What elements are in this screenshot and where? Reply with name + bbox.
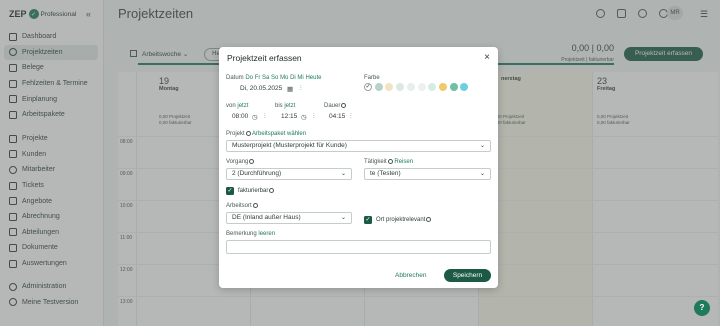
clock-icon[interactable]: ◷ xyxy=(301,113,307,121)
bemerkung-input[interactable] xyxy=(226,240,491,254)
weekday-so[interactable]: So xyxy=(271,75,278,81)
projekt-select[interactable]: Musterprojekt (Musterprojekt für Kunde) ⌄ xyxy=(226,140,491,152)
vorgang-select[interactable]: 2 (Durchführung) ⌄ xyxy=(226,168,352,180)
projekt-value: Musterprojekt (Musterprojekt für Kunde) xyxy=(232,142,347,149)
pin-icon[interactable]: ⫶ xyxy=(264,113,266,121)
arbeitsort-value: DE (Inland außer Haus) xyxy=(232,214,301,221)
close-icon[interactable]: × xyxy=(484,52,490,63)
arbeitsort-label-row: Arbeitsort xyxy=(226,203,258,209)
bemerkung-clear-link[interactable]: leeren xyxy=(258,231,275,237)
fakturierbar-row: fakturierbar xyxy=(238,188,275,195)
calendar-picker-icon[interactable]: ▦ xyxy=(287,85,293,93)
projektzeit-dialog: Projektzeit erfassen × Datum Do Fr Sa So… xyxy=(219,47,498,288)
ort-relevant-row: Ort projektrelevant xyxy=(376,217,432,224)
color-swatch[interactable] xyxy=(428,83,437,91)
color-swatch[interactable] xyxy=(460,83,469,91)
dauer-field[interactable]: 04:15 xyxy=(324,112,350,124)
info-icon[interactable] xyxy=(341,103,347,108)
info-icon[interactable] xyxy=(249,159,255,164)
dialog-title: Projektzeit erfassen xyxy=(227,53,302,63)
von-label: von xyxy=(226,103,236,109)
color-swatch[interactable]: ✓ xyxy=(364,83,372,91)
info-icon[interactable] xyxy=(269,188,275,193)
chevron-down-icon: ⌄ xyxy=(479,171,485,177)
bemerkung-label: Bemerkung xyxy=(226,231,257,237)
color-swatch[interactable] xyxy=(385,83,394,91)
weekday-do[interactable]: Do xyxy=(245,75,253,81)
bis-label-row: bis jetzt xyxy=(275,103,295,109)
color-swatch[interactable] xyxy=(396,83,405,91)
chevron-down-icon: ⌄ xyxy=(340,171,346,177)
vorgang-label: Vorgang xyxy=(226,159,249,166)
color-swatch[interactable] xyxy=(417,83,426,91)
von-value: 08:00 xyxy=(232,113,249,120)
help-button[interactable]: ? xyxy=(694,300,710,316)
projekt-label: Projekt xyxy=(226,131,245,138)
cancel-button[interactable]: Abbrechen xyxy=(395,272,426,279)
datum-row: Datum Do Fr Sa So Mo Di Mi Heute xyxy=(226,75,321,81)
save-button[interactable]: Speichern xyxy=(444,269,491,282)
info-icon[interactable] xyxy=(426,217,432,222)
pin-icon[interactable]: ⫶ xyxy=(350,113,352,121)
von-label-row: von jetzt xyxy=(226,103,248,109)
farbe-label: Farbe xyxy=(364,75,380,81)
taetigkeit-select[interactable]: te (Testen) ⌄ xyxy=(364,168,491,180)
color-swatch[interactable] xyxy=(438,83,447,91)
reisen-link[interactable]: Reisen xyxy=(394,159,413,165)
pin-icon[interactable]: ⫶ xyxy=(300,85,302,93)
vorgang-label-row: Vorgang xyxy=(226,159,255,166)
von-jetzt-link[interactable]: jetzt xyxy=(237,103,248,109)
projekt-label-row: Projekt Arbeitspaket wählen xyxy=(226,131,306,137)
dauer-label-row: Dauer xyxy=(324,103,347,110)
weekday-sa[interactable]: Sa xyxy=(262,75,269,81)
info-icon[interactable] xyxy=(387,159,393,164)
clock-icon[interactable]: ◷ xyxy=(252,113,258,121)
weekday-heute[interactable]: Heute xyxy=(305,75,321,81)
ort-relevant-checkbox[interactable]: ✓ xyxy=(364,216,372,224)
taetigkeit-label: Tätigkeit xyxy=(364,159,387,166)
arbeitsort-select[interactable]: DE (Inland außer Haus) ⌄ xyxy=(226,212,352,224)
vorgang-value: 2 (Durchführung) xyxy=(232,170,282,177)
arbeitspaket-link[interactable]: Arbeitspaket wählen xyxy=(252,131,306,137)
fakturierbar-label: fakturierbar xyxy=(238,188,269,195)
ort-relevant-label: Ort projektrelevant xyxy=(376,217,426,224)
taetigkeit-label-row: Tätigkeit Reisen xyxy=(364,159,413,165)
color-swatch[interactable] xyxy=(449,83,458,91)
datum-label: Datum xyxy=(226,75,244,81)
color-swatch[interactable] xyxy=(374,83,383,91)
arbeitsort-label: Arbeitsort xyxy=(226,203,252,210)
pin-icon[interactable]: ⫶ xyxy=(313,113,315,121)
bis-value: 12:15 xyxy=(281,113,298,120)
weekday-di[interactable]: Di xyxy=(290,75,296,81)
date-field[interactable]: Di, 20.05.2025 xyxy=(226,84,296,96)
date-value: Di, 20.05.2025 xyxy=(240,85,283,92)
taetigkeit-value: te (Testen) xyxy=(370,170,401,177)
info-icon[interactable] xyxy=(252,203,258,208)
weekday-mi[interactable]: Mi xyxy=(297,75,303,81)
weekday-mo[interactable]: Mo xyxy=(280,75,288,81)
bemerkung-label-row: Bemerkung leeren xyxy=(226,231,275,237)
dauer-label: Dauer xyxy=(324,103,341,110)
bis-label: bis xyxy=(275,103,283,109)
bis-jetzt-link[interactable]: jetzt xyxy=(284,103,295,109)
weekday-fr[interactable]: Fr xyxy=(255,75,261,81)
fakturierbar-checkbox[interactable]: ✓ xyxy=(226,187,234,195)
info-icon[interactable] xyxy=(245,131,251,136)
color-swatch[interactable] xyxy=(406,83,415,91)
dauer-value: 04:15 xyxy=(329,113,346,120)
chevron-down-icon: ⌄ xyxy=(479,143,485,149)
chevron-down-icon: ⌄ xyxy=(340,215,346,221)
